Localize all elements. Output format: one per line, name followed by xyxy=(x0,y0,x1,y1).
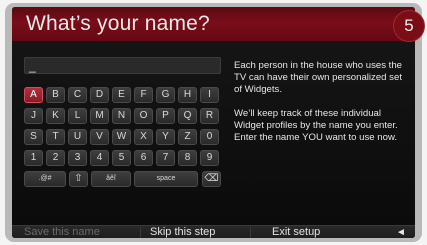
footer-bar: Save this name Skip this step Exit setup… xyxy=(12,225,415,238)
page-title: What’s your name? xyxy=(26,12,210,35)
footer-divider xyxy=(250,227,251,238)
key-i[interactable]: I xyxy=(200,87,219,103)
key-3[interactable]: 3 xyxy=(68,150,87,166)
key-2[interactable]: 2 xyxy=(46,150,65,166)
key-0[interactable]: 0 xyxy=(200,129,219,145)
key-1[interactable]: 1 xyxy=(24,150,43,166)
key-g[interactable]: G xyxy=(156,87,175,103)
key-k[interactable]: K xyxy=(46,108,65,124)
key-v[interactable]: V xyxy=(90,129,109,145)
key-b[interactable]: B xyxy=(46,87,65,103)
key-8[interactable]: 8 xyxy=(178,150,197,166)
content-area: _ ABCDEFGHI JKLMNOPQR STUVWXYZ0 123456789 .… xyxy=(12,41,415,225)
key-h[interactable]: H xyxy=(178,87,197,103)
key-a[interactable]: A xyxy=(24,87,43,103)
setup-screen: What’s your name? _ ABCDEFGHI JKLMNOPQR ST… xyxy=(12,7,415,238)
key-x[interactable]: X xyxy=(134,129,153,145)
key-s[interactable]: S xyxy=(24,129,43,145)
shift-icon: ⇧ xyxy=(74,173,83,184)
key-9[interactable]: 9 xyxy=(200,150,219,166)
key-y[interactable]: Y xyxy=(156,129,175,145)
exit-setup-button[interactable]: Exit setup xyxy=(272,226,320,238)
space-key[interactable]: space xyxy=(134,171,198,187)
skip-step-button[interactable]: Skip this step xyxy=(150,226,215,238)
backspace-icon: ⌫ xyxy=(204,173,219,184)
symbols-key[interactable]: .@# xyxy=(24,171,66,187)
step-badge: 5 xyxy=(393,10,425,42)
key-o[interactable]: O xyxy=(134,108,153,124)
key-p[interactable]: P xyxy=(156,108,175,124)
key-t[interactable]: T xyxy=(46,129,65,145)
key-f[interactable]: F xyxy=(134,87,153,103)
key-r[interactable]: R xyxy=(200,108,219,124)
key-6[interactable]: 6 xyxy=(134,150,153,166)
key-l[interactable]: L xyxy=(68,108,87,124)
save-name-button[interactable]: Save this name xyxy=(24,226,100,238)
key-d[interactable]: D xyxy=(90,87,109,103)
header-bar: What’s your name? xyxy=(12,7,415,41)
accents-key[interactable]: âêî xyxy=(91,171,131,187)
name-input[interactable]: _ xyxy=(24,57,221,74)
key-q[interactable]: Q xyxy=(178,108,197,124)
description-paragraph-2: We’ll keep track of these individual Wid… xyxy=(234,108,398,143)
key-m[interactable]: M xyxy=(90,108,109,124)
key-e[interactable]: E xyxy=(112,87,131,103)
key-7[interactable]: 7 xyxy=(156,150,175,166)
key-4[interactable]: 4 xyxy=(90,150,109,166)
back-arrow-icon[interactable]: ◄ xyxy=(396,227,406,238)
backspace-key[interactable]: ⌫ xyxy=(202,171,221,187)
key-w[interactable]: W xyxy=(112,129,131,145)
shift-key[interactable]: ⇧ xyxy=(69,171,88,187)
key-u[interactable]: U xyxy=(68,129,87,145)
key-j[interactable]: J xyxy=(24,108,43,124)
key-z[interactable]: Z xyxy=(178,129,197,145)
footer-divider xyxy=(140,227,141,238)
description-paragraph-1: Each person in the house who uses the TV… xyxy=(234,60,403,95)
key-n[interactable]: N xyxy=(112,108,131,124)
key-5[interactable]: 5 xyxy=(112,150,131,166)
description: Each person in the house who uses the TV… xyxy=(234,60,412,156)
key-c[interactable]: C xyxy=(68,87,87,103)
